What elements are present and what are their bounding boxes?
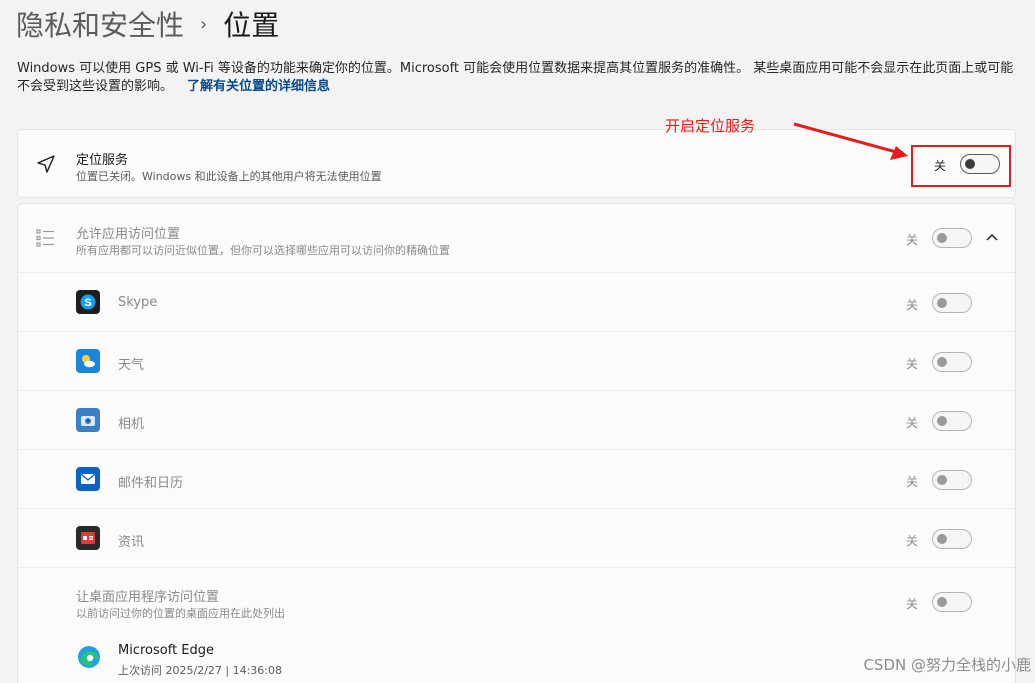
app-access-toggle[interactable] xyxy=(932,228,972,248)
watermark: CSDN @努力全栈的小鹿 xyxy=(863,656,1031,674)
app-state: 关 xyxy=(906,298,919,312)
toggle-knob xyxy=(937,475,947,485)
app-access-title: 允许应用访问位置 xyxy=(76,227,181,242)
toggle-knob xyxy=(937,534,947,544)
desktop-apps-state: 关 xyxy=(906,597,919,611)
app-name: 天气 xyxy=(118,358,145,373)
weather-icon xyxy=(76,349,100,373)
location-service-title: 定位服务 xyxy=(76,153,129,168)
app-state: 关 xyxy=(906,534,919,548)
desktop-apps-toggle[interactable] xyxy=(932,592,972,612)
app-row-weather: 天气 关 xyxy=(18,331,1015,390)
app-access-card: 允许应用访问位置 所有应用都可以访问近似位置，但你可以选择哪些应用可以访问你的精… xyxy=(17,203,1016,683)
annotation-highlight-box xyxy=(911,145,1011,187)
app-toggle-skype[interactable] xyxy=(932,293,972,313)
annotation-arrow xyxy=(793,122,908,160)
description-text: Windows 可以使用 GPS 或 Wi-Fi 等设备的功能来确定你的位置。M… xyxy=(17,61,1014,94)
learn-more-link[interactable]: 了解有关位置的详细信息 xyxy=(187,79,330,94)
breadcrumb: 隐私和安全性 › 位置 xyxy=(16,4,279,44)
edge-last-access: 上次访问 2025/2/27 | 14:36:08 xyxy=(118,664,283,677)
toggle-knob xyxy=(937,298,947,308)
app-state: 关 xyxy=(906,416,919,430)
mail-icon xyxy=(76,467,100,491)
page-title: 位置 xyxy=(223,9,280,42)
app-state: 关 xyxy=(906,475,919,489)
breadcrumb-parent[interactable]: 隐私和安全性 xyxy=(16,4,184,44)
chevron-up-icon[interactable] xyxy=(984,230,1000,246)
app-access-row[interactable]: 允许应用访问位置 所有应用都可以访问近似位置，但你可以选择哪些应用可以访问你的精… xyxy=(18,204,1015,272)
app-row-skype: S Skype 关 xyxy=(18,272,1015,331)
app-access-subtitle: 所有应用都可以访问近似位置，但你可以选择哪些应用可以访问你的精确位置 xyxy=(76,244,450,257)
annotation-text: 开启定位服务 xyxy=(665,117,756,135)
app-access-state: 关 xyxy=(906,233,919,247)
app-row-mail-calendar: 邮件和日历 关 xyxy=(18,449,1015,508)
app-state: 关 xyxy=(906,357,919,371)
page-description: Windows 可以使用 GPS 或 Wi-Fi 等设备的功能来确定你的位置。M… xyxy=(17,60,1022,96)
location-service-subtitle: 位置已关闭。Windows 和此设备上的其他用户将无法使用位置 xyxy=(76,170,382,183)
location-arrow-icon xyxy=(34,152,58,176)
list-icon xyxy=(34,226,58,250)
desktop-apps-title: 让桌面应用程序访问位置 xyxy=(76,590,220,605)
toggle-knob xyxy=(937,416,947,426)
app-name: Skype xyxy=(118,295,158,310)
toggle-knob xyxy=(937,597,947,607)
toggle-knob xyxy=(937,233,947,243)
app-toggle-mail-calendar[interactable] xyxy=(932,470,972,490)
app-name: 相机 xyxy=(118,417,145,432)
skype-icon: S xyxy=(76,290,100,314)
app-toggle-camera[interactable] xyxy=(932,411,972,431)
edge-icon xyxy=(76,644,102,670)
breadcrumb-separator: › xyxy=(200,13,208,35)
svg-text:S: S xyxy=(84,297,91,309)
app-name: 邮件和日历 xyxy=(118,476,184,491)
app-toggle-news[interactable] xyxy=(932,529,972,549)
app-row-news: 资讯 关 xyxy=(18,508,1015,567)
edge-name: Microsoft Edge xyxy=(118,643,215,658)
camera-icon xyxy=(76,408,100,432)
desktop-apps-subtitle: 以前访问过你的位置的桌面应用在此处列出 xyxy=(76,607,285,620)
app-toggle-weather[interactable] xyxy=(932,352,972,372)
app-name: 资讯 xyxy=(118,535,145,550)
app-row-camera: 相机 关 xyxy=(18,390,1015,449)
toggle-knob xyxy=(937,357,947,367)
news-icon xyxy=(76,526,100,550)
